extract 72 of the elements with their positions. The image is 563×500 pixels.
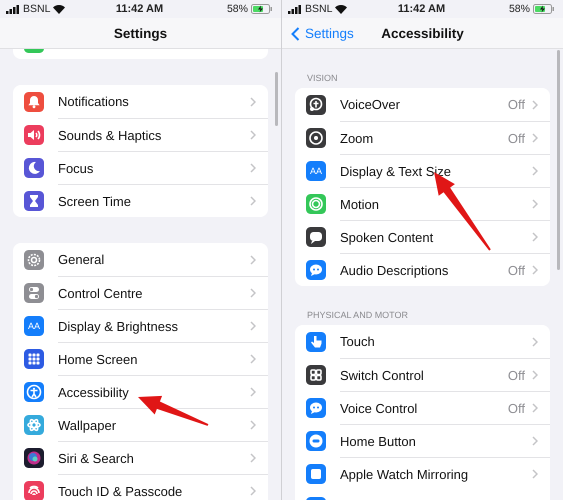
carrier: BSNL [23, 3, 50, 15]
clock: 11:42 AM [116, 3, 164, 15]
arrow [138, 396, 208, 426]
chevron-icon [532, 265, 538, 275]
nav-title: Settings [114, 26, 168, 40]
setting-item[interactable]: Home Button [340, 434, 532, 448]
chevron-icon [250, 486, 256, 496]
setting-value: Off [508, 368, 525, 382]
setting-item[interactable]: Audio Descriptions [340, 262, 508, 278]
wifi-icon [53, 4, 66, 14]
setting-item[interactable]: Accessibility [58, 384, 250, 400]
chevron-icon [532, 403, 538, 413]
setting-value: Off [508, 97, 525, 112]
setting-value: Off [508, 400, 525, 416]
chevron-icon [250, 354, 256, 364]
chevron-icon [250, 163, 256, 173]
chevron-icon [532, 336, 538, 346]
chevron-icon [532, 100, 538, 110]
text-size-icon: AA [24, 316, 44, 336]
back-button[interactable]: Settings [289, 24, 356, 43]
setting-item[interactable]: Touch [340, 334, 532, 349]
chevron-icon [532, 166, 538, 176]
setting-item[interactable]: Siri & Search [58, 450, 250, 466]
chevron-icon [250, 453, 256, 463]
signal-icon [6, 4, 20, 14]
battery-percent: 58% [508, 3, 530, 15]
back-chevron-icon [291, 26, 300, 40]
chevron-icon [250, 130, 256, 140]
setting-item[interactable]: Home Screen [58, 352, 250, 366]
clock: 11:42 AM [398, 3, 446, 15]
setting-item[interactable]: VoiceOver [340, 97, 508, 112]
setting-item[interactable]: Spoken Content [340, 230, 532, 244]
setting-item[interactable]: Screen Time [58, 194, 250, 208]
chevron-icon [250, 321, 256, 331]
section-header: VISION [306, 72, 339, 85]
scrollbar [275, 72, 278, 126]
battery-percent: 58% [226, 3, 248, 15]
setting-item[interactable]: Wallpaper [58, 418, 250, 432]
setting-item[interactable]: Switch Control [340, 368, 508, 382]
chevron-icon [250, 254, 256, 264]
text-size-icon: AA [306, 160, 326, 180]
nav-title: Accessibility [381, 26, 464, 40]
setting-item[interactable]: Touch ID & Passcode [58, 484, 250, 498]
setting-item[interactable]: Focus [58, 160, 250, 176]
chevron-icon [532, 133, 538, 143]
chevron-icon [532, 232, 538, 242]
chevron-icon [250, 288, 256, 298]
setting-item[interactable]: Sounds & Haptics [58, 128, 250, 142]
chevron-icon [250, 96, 256, 106]
chevron-icon [532, 370, 538, 380]
section-header: PHYSICAL AND MOTOR [306, 309, 410, 322]
setting-item[interactable]: Control Centre [58, 286, 250, 300]
setting-value: Off [508, 262, 525, 278]
battery-icon [532, 4, 555, 14]
setting-item[interactable]: General [58, 252, 250, 267]
wifi-icon [335, 4, 348, 14]
chevron-icon [532, 199, 538, 209]
signal-icon [288, 4, 302, 14]
setting-item[interactable]: Zoom [340, 130, 508, 146]
setting-item[interactable]: Notifications [58, 94, 250, 109]
chevron-icon [250, 420, 256, 430]
chevron-icon [250, 196, 256, 206]
battery-icon [250, 4, 273, 14]
setting-value: Off [508, 130, 525, 146]
setting-item[interactable]: Display & Brightness [58, 318, 250, 334]
setting-item[interactable]: Voice Control [340, 400, 508, 416]
carrier: BSNL [305, 3, 332, 15]
chevron-icon [532, 436, 538, 446]
setting-item[interactable]: Motion [340, 196, 532, 212]
chevron-icon [250, 387, 256, 397]
chevron-icon [532, 469, 538, 479]
setting-item[interactable]: Apple Watch Mirroring [340, 466, 532, 482]
